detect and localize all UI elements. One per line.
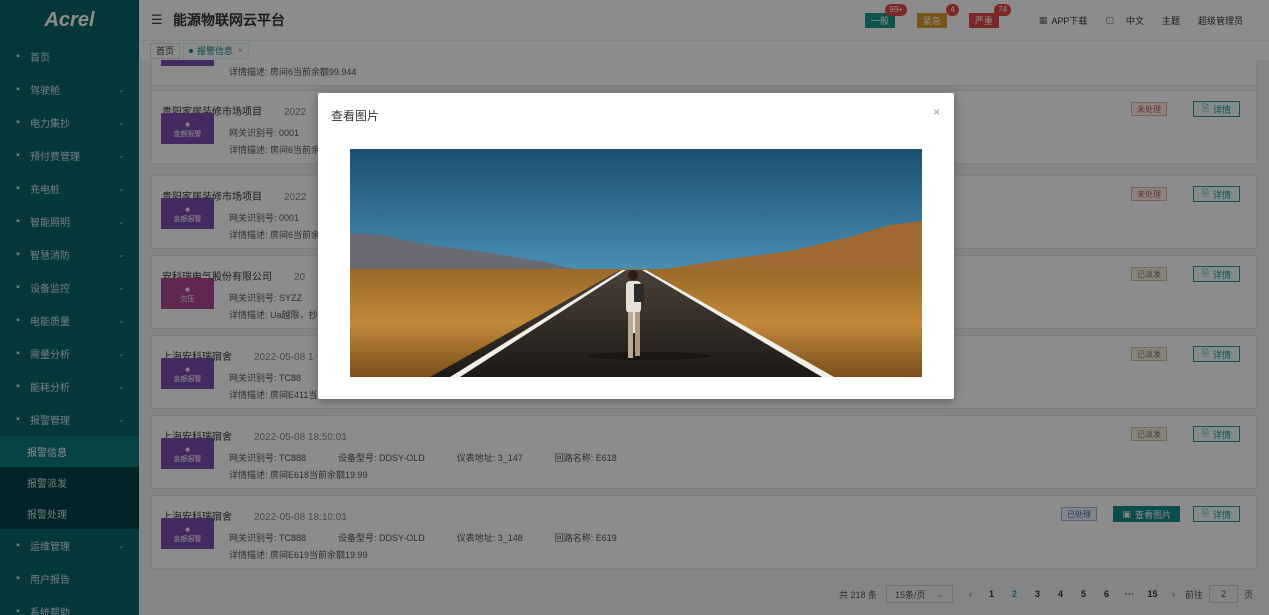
close-icon[interactable]: × — [933, 105, 940, 119]
dialog-title: 查看图片 — [331, 109, 380, 123]
alarm-photo — [350, 149, 922, 377]
image-viewer-dialog: 查看图片 × — [318, 93, 954, 399]
